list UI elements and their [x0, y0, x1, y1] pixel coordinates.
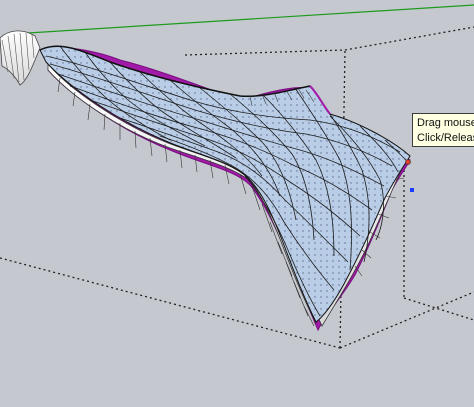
cursor-marker [410, 188, 414, 192]
tooltip-line-2: Click/Release [417, 132, 474, 144]
distant-surface-object[interactable] [0, 30, 41, 86]
3d-viewport[interactable]: Drag mouse t Click/Release [0, 0, 474, 407]
3d-scene[interactable] [0, 0, 474, 407]
vertex-marker[interactable] [405, 159, 411, 165]
tooltip-line-1: Drag mouse t [417, 117, 474, 129]
tooltip: Drag mouse t Click/Release [412, 113, 474, 147]
green-axis-line [27, 4, 474, 34]
